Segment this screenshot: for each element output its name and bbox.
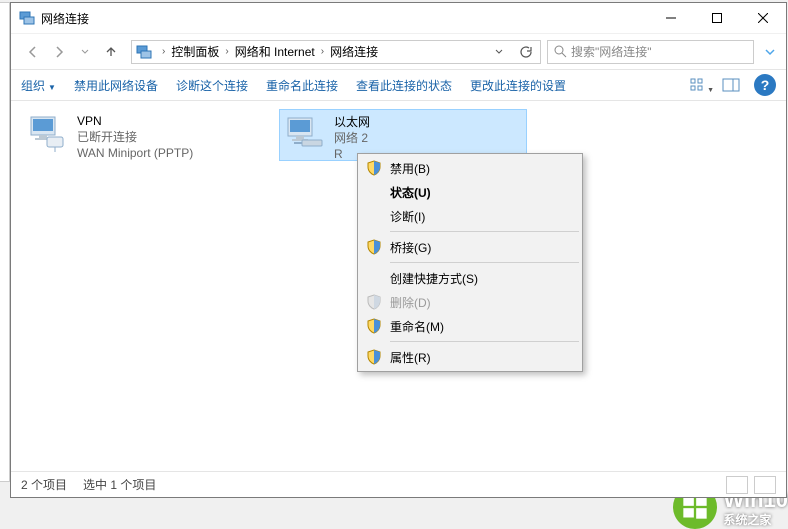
shield-icon <box>366 239 382 255</box>
context-menu: 禁用(B) 状态(U) 诊断(I) 桥接(G) 创建快捷方式(S) 删除(D) … <box>357 153 583 372</box>
preview-pane-button[interactable] <box>720 74 742 96</box>
selection-count: 选中 1 个项目 <box>83 476 156 493</box>
ctx-bridge[interactable]: 桥接(G) <box>360 235 580 259</box>
ctx-disable[interactable]: 禁用(B) <box>360 156 580 180</box>
ctx-properties[interactable]: 属性(R) <box>360 345 580 369</box>
status-bar: 2 个项目 选中 1 个项目 <box>11 471 786 497</box>
chevron-right-icon[interactable]: › <box>158 46 169 57</box>
expand-ribbon-button[interactable] <box>758 40 782 64</box>
recent-locations-dropdown[interactable] <box>73 40 97 64</box>
ethernet-adapter-icon <box>282 112 326 156</box>
ctx-diagnose[interactable]: 诊断(I) <box>360 204 580 228</box>
breadcrumb-network-internet[interactable]: 网络和 Internet <box>233 43 317 60</box>
address-icon <box>136 44 152 60</box>
ctx-status[interactable]: 状态(U) <box>360 180 580 204</box>
chevron-right-icon[interactable]: › <box>221 46 232 57</box>
organize-menu[interactable]: 组织▼ <box>21 77 56 94</box>
ethernet-status: 网络 2 <box>334 130 370 146</box>
shield-icon <box>366 160 382 176</box>
address-bar[interactable]: › 控制面板 › 网络和 Internet › 网络连接 <box>131 40 541 64</box>
separator <box>390 341 579 342</box>
rename-button[interactable]: 重命名此连接 <box>266 77 338 94</box>
network-connections-icon <box>19 10 35 26</box>
back-button[interactable] <box>21 40 45 64</box>
ctx-rename[interactable]: 重命名(M) <box>360 314 580 338</box>
change-settings-button[interactable]: 更改此连接的设置 <box>470 77 566 94</box>
command-bar: 组织▼ 禁用此网络设备 诊断这个连接 重命名此连接 查看此连接的状态 更改此连接… <box>11 69 786 101</box>
chevron-right-icon[interactable]: › <box>317 46 328 57</box>
vpn-name: VPN <box>77 113 193 129</box>
titlebar[interactable]: 网络连接 <box>11 3 786 33</box>
help-button[interactable]: ? <box>754 74 776 96</box>
vpn-adapter-icon <box>25 111 69 155</box>
up-button[interactable] <box>99 40 123 64</box>
close-button[interactable] <box>740 3 786 33</box>
details-view-button[interactable] <box>726 476 748 494</box>
ctx-create-shortcut[interactable]: 创建快捷方式(S) <box>360 266 580 290</box>
address-dropdown[interactable] <box>488 41 510 63</box>
connection-vpn[interactable]: VPN 已断开连接 WAN Miniport (PPTP) <box>23 109 271 161</box>
refresh-button[interactable] <box>514 41 536 63</box>
breadcrumb-network-connections[interactable]: 网络连接 <box>328 43 380 60</box>
shield-icon <box>366 318 382 334</box>
window-title: 网络连接 <box>41 10 89 27</box>
left-panel-edge <box>0 2 10 482</box>
view-status-button[interactable]: 查看此连接的状态 <box>356 77 452 94</box>
breadcrumb-control-panel[interactable]: 控制面板 <box>169 43 221 60</box>
diagnose-button[interactable]: 诊断这个连接 <box>176 77 248 94</box>
search-placeholder: 搜索"网络连接" <box>571 43 652 60</box>
search-icon <box>554 45 567 58</box>
view-options-button[interactable]: ▼ <box>686 74 708 96</box>
disable-device-button[interactable]: 禁用此网络设备 <box>74 77 158 94</box>
forward-button[interactable] <box>47 40 71 64</box>
titlebar-controls <box>648 3 786 33</box>
explorer-window: 网络连接 › 控制面板 › 网络和 Internet › 网络连接 <box>10 2 787 498</box>
search-box[interactable]: 搜索"网络连接" <box>547 40 754 64</box>
item-count: 2 个项目 <box>21 476 67 493</box>
ctx-delete: 删除(D) <box>360 290 580 314</box>
vpn-status: 已断开连接 <box>77 129 193 145</box>
separator <box>390 262 579 263</box>
navigation-bar: › 控制面板 › 网络和 Internet › 网络连接 搜索"网络连接" <box>11 33 786 69</box>
separator <box>390 231 579 232</box>
vpn-device: WAN Miniport (PPTP) <box>77 145 193 161</box>
maximize-button[interactable] <box>694 3 740 33</box>
shield-icon <box>366 349 382 365</box>
icons-view-button[interactable] <box>754 476 776 494</box>
shield-icon <box>366 294 382 310</box>
ethernet-name: 以太网 <box>334 114 370 130</box>
minimize-button[interactable] <box>648 3 694 33</box>
